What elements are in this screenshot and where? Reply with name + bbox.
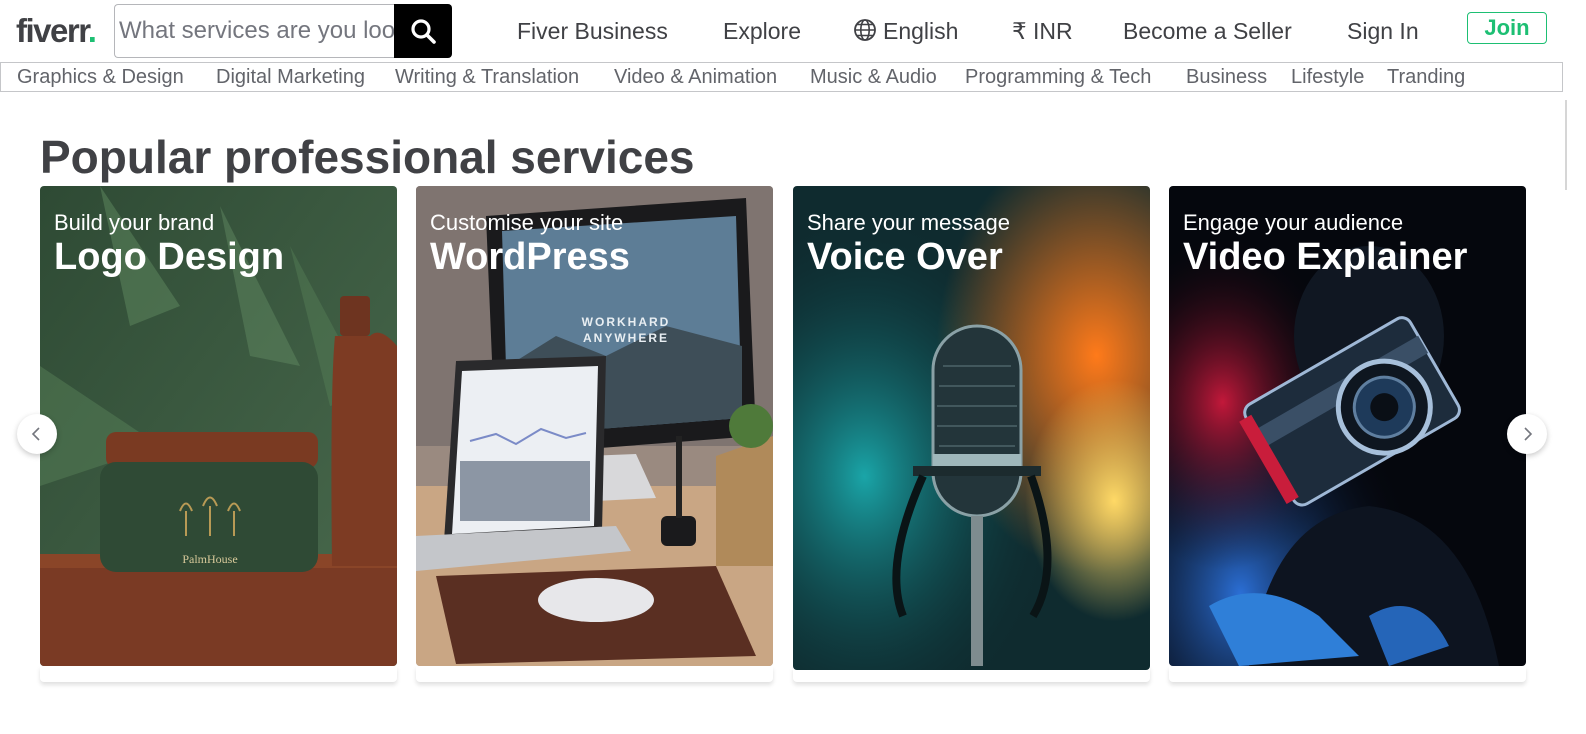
service-card-logo-design[interactable]: PalmHouse Build your brand Logo Design [40, 186, 397, 666]
card-subtitle: Share your message [807, 210, 1010, 235]
nav-language[interactable]: English [853, 16, 958, 46]
language-label: English [883, 18, 959, 44]
card-title: Voice Over [807, 236, 1003, 278]
top-navigation: fiverr. Fiver Business Explore English ₹… [0, 0, 1586, 62]
page-scrollbar[interactable] [1565, 100, 1567, 190]
category-trending[interactable]: Tranding [1387, 65, 1465, 89]
category-bar: Graphics & Design Digital Marketing Writ… [0, 62, 1563, 92]
carousel-prev-button[interactable] [17, 414, 57, 454]
nav-currency[interactable]: ₹ INR [1012, 16, 1073, 46]
category-lifestyle[interactable]: Lifestyle [1291, 65, 1364, 89]
logo-text: fiverr [16, 12, 89, 49]
search-icon [411, 19, 436, 44]
search-button[interactable] [394, 4, 452, 58]
search-input[interactable] [114, 4, 396, 58]
card-title: WordPress [430, 236, 630, 278]
card-subtitle: Customise your site [430, 210, 624, 235]
card-subtitle: Engage your audience [1183, 210, 1404, 235]
card-footer [40, 666, 397, 682]
service-card-wordpress[interactable]: WORKHARD ANYWHERE Customise your site Wo… [416, 186, 773, 666]
search-bar [114, 4, 452, 58]
monitor-text-2: ANYWHERE [583, 331, 669, 345]
monitor-text-1: WORKHARD [582, 315, 671, 329]
carousel-next-button[interactable] [1507, 414, 1547, 454]
chevron-left-icon [31, 427, 40, 441]
category-music-audio[interactable]: Music & Audio [810, 65, 937, 89]
category-digital-marketing[interactable]: Digital Marketing [216, 65, 365, 89]
card-title: Video Explainer [1183, 236, 1468, 278]
nav-fiverr-business[interactable]: Fiver Business [517, 16, 668, 46]
category-video-animation[interactable]: Video & Animation [614, 65, 777, 89]
category-graphics-design[interactable]: Graphics & Design [17, 65, 184, 89]
nav-explore[interactable]: Explore [723, 16, 801, 46]
category-writing-translation[interactable]: Writing & Translation [395, 65, 579, 89]
service-card-voice-over[interactable]: Share your message Voice Over [793, 186, 1150, 670]
card-subtitle: Build your brand [54, 210, 215, 235]
category-programming-tech[interactable]: Programming & Tech [965, 65, 1151, 89]
service-card-video-explainer[interactable]: Engage your audience Video Explainer [1169, 186, 1526, 666]
palmhouse-label: PalmHouse [182, 552, 237, 566]
fiverr-logo[interactable]: fiverr. [16, 12, 97, 50]
logo-dot: . [87, 12, 97, 49]
card-footer [416, 666, 773, 682]
nav-sign-in[interactable]: Sign In [1347, 16, 1419, 46]
category-business[interactable]: Business [1186, 65, 1267, 89]
join-button[interactable]: Join [1467, 12, 1547, 44]
card-title: Logo Design [54, 236, 285, 278]
card-footer [1169, 666, 1526, 682]
chevron-right-icon [1524, 427, 1533, 441]
nav-become-seller[interactable]: Become a Seller [1123, 16, 1292, 46]
globe-icon [854, 19, 876, 41]
section-heading: Popular professional services [40, 131, 695, 183]
